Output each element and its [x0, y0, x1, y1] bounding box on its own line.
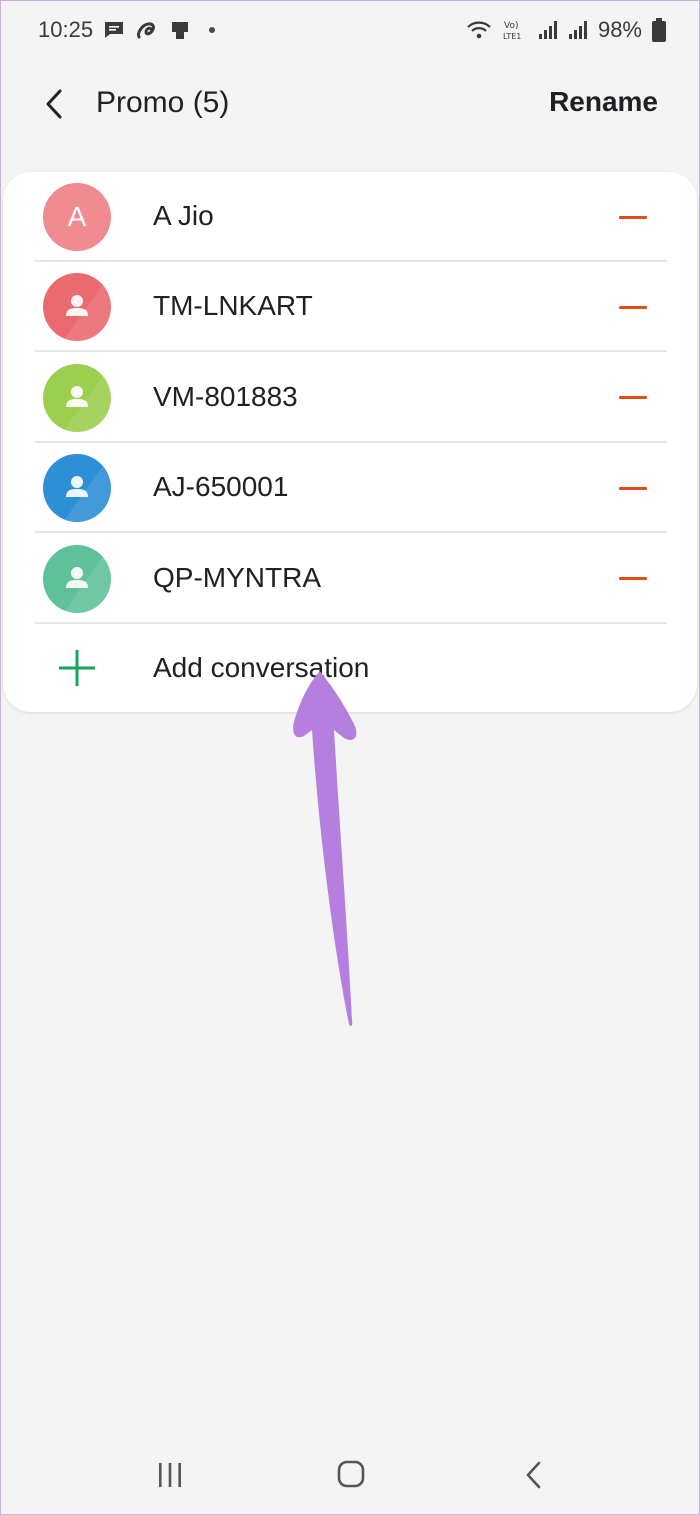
plus-icon [59, 650, 95, 686]
conversation-row[interactable]: A A Jio [35, 172, 667, 262]
battery-icon [652, 18, 666, 42]
avatar [43, 273, 111, 342]
navigation-bar [0, 1430, 700, 1515]
minus-icon [619, 577, 647, 581]
clock: 10:25 [38, 17, 94, 42]
person-icon [63, 454, 111, 523]
person-icon [63, 363, 111, 432]
status-bar: 10:25 Vo) LTE1 98% [0, 0, 700, 60]
conversation-name: AJ-650001 [153, 471, 289, 503]
app-header: Promo (5) Rename [0, 66, 700, 146]
minus-icon [619, 396, 647, 400]
volte-icon: Vo) LTE1 [502, 19, 528, 41]
remove-conversation-button[interactable] [619, 474, 647, 502]
page-title: Promo (5) [96, 86, 230, 119]
home-button[interactable] [331, 1460, 371, 1490]
signal-icon [538, 20, 558, 40]
avatar [43, 454, 111, 523]
back-icon [526, 1461, 541, 1489]
battery-percent: 98% [597, 17, 642, 42]
signal-icon [568, 20, 588, 40]
remove-conversation-button[interactable] [619, 565, 647, 593]
annotation-arrow [293, 671, 357, 1027]
conversation-name: A Jio [153, 200, 214, 231]
rename-button[interactable]: Rename [549, 86, 658, 118]
avatar [43, 363, 111, 432]
remove-conversation-button[interactable] [619, 203, 647, 231]
person-icon [63, 273, 111, 342]
minus-icon [619, 486, 647, 490]
recent-apps-icon [159, 1463, 181, 1487]
minus-icon [619, 215, 647, 219]
recent-apps-button[interactable] [150, 1460, 190, 1490]
conversation-name: VM-801883 [153, 380, 298, 412]
avatar [43, 544, 111, 613]
nav-back-button[interactable] [514, 1460, 554, 1490]
conversation-row[interactable]: TM-LNKART [35, 262, 667, 353]
conversation-name: TM-LNKART [153, 290, 313, 322]
home-icon [337, 1460, 365, 1488]
avatar-letter: A [67, 201, 87, 232]
person-icon [63, 544, 111, 613]
avatar: A [43, 183, 111, 251]
message-icon [103, 20, 125, 40]
svg-text:LTE1: LTE1 [503, 32, 521, 41]
conversation-row[interactable]: AJ-650001 [35, 443, 667, 534]
svg-text:Vo): Vo) [504, 21, 518, 31]
back-button[interactable] [34, 84, 74, 124]
notification-dot [209, 27, 216, 33]
conversation-name: QP-MYNTRA [153, 561, 321, 593]
conversation-list-card: A A Jio TM-LNKART VM-801883 AJ-650001 QP-MYNT… [3, 172, 697, 712]
wifi-icon [466, 20, 492, 40]
chevron-left-icon [46, 89, 62, 119]
remove-conversation-button[interactable] [619, 293, 647, 321]
remove-conversation-button[interactable] [619, 384, 647, 412]
minus-icon [619, 305, 647, 309]
conversation-row[interactable]: QP-MYNTRA [35, 534, 667, 624]
device-icon [169, 19, 191, 41]
airtel-icon [135, 19, 159, 41]
conversation-row[interactable]: VM-801883 [35, 353, 667, 443]
